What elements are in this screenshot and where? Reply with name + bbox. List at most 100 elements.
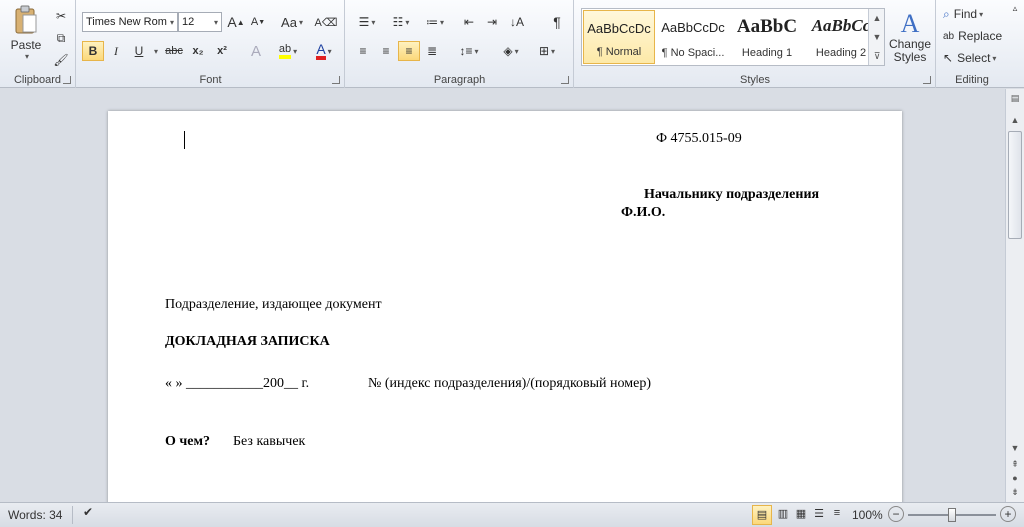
format-painter-button[interactable]: 🖌 <box>50 50 72 70</box>
print-layout-icon: ▤ <box>756 509 768 521</box>
numbering-button[interactable]: ☷ ▾ <box>386 12 416 32</box>
document-page[interactable]: Ф 4755.015-09 Начальнику подразделения Ф… <box>108 111 902 502</box>
find-label: Find <box>953 7 978 21</box>
shrink-font-button[interactable]: A ▼ <box>247 12 269 32</box>
zoom-out-button[interactable]: − <box>888 506 904 522</box>
full-screen-reading-button[interactable]: ▥ <box>775 507 791 520</box>
find-button[interactable]: ⌕ Find ▾ <box>943 5 1003 23</box>
web-layout-icon: ▦ <box>795 508 807 520</box>
ruler-toggle-icon[interactable]: ▤ <box>1008 91 1022 105</box>
draft-view-button[interactable]: ≡ <box>829 507 845 519</box>
style-no-spacing[interactable]: AaBbCcDc ¶ No Spaci... <box>657 10 729 64</box>
scroll-up-button[interactable]: ▲ <box>1008 113 1022 127</box>
paragraph-group-label: Paragraph <box>433 74 486 86</box>
zoom-level[interactable]: 100% <box>852 508 883 522</box>
bullets-button[interactable]: ☰ ▾ <box>352 12 382 32</box>
underline-button[interactable]: U <box>128 41 150 61</box>
status-bar: Words: 34 ✔ ▤ ▥ ▦ ☰ ≡ 100% − + <box>0 502 1024 527</box>
text-cursor <box>184 131 185 149</box>
font-launcher[interactable] <box>332 76 340 84</box>
next-page-button[interactable]: ⇟ <box>1008 485 1022 499</box>
strikethrough-button[interactable]: abc <box>163 41 185 61</box>
underline-icon: U <box>134 44 144 58</box>
align-right-button[interactable]: ≡ <box>398 41 420 61</box>
font-size-field[interactable]: 12 ▾ <box>178 12 222 32</box>
align-left-button[interactable]: ≡ <box>352 41 374 61</box>
outline-view-button[interactable]: ☰ <box>811 507 827 520</box>
select-button[interactable]: ↖ Select ▾ <box>943 49 1005 67</box>
scroll-thumb[interactable] <box>1008 131 1022 239</box>
proofing-icon[interactable]: ✔ <box>78 505 98 525</box>
show-marks-button[interactable]: ¶ <box>546 12 568 32</box>
outline-icon: ☰ <box>814 508 824 520</box>
book-icon: ▥ <box>777 508 789 520</box>
style-heading-2[interactable]: AaBbCc Heading 2 <box>805 10 877 64</box>
browse-object-button[interactable]: ● <box>1008 471 1022 485</box>
web-layout-button[interactable]: ▦ <box>793 507 809 520</box>
editing-group-label: Editing <box>955 74 989 86</box>
change-styles-button[interactable]: A Change Styles <box>888 6 932 68</box>
borders-button[interactable]: ⊞ ▾ <box>532 41 562 61</box>
superscript-button[interactable]: x² <box>211 41 233 61</box>
previous-page-button[interactable]: ⇞ <box>1008 457 1022 471</box>
line-spacing-button[interactable]: ↕≡ ▾ <box>454 41 484 61</box>
outdent-icon: ⇤ <box>463 15 475 29</box>
bold-button[interactable]: B <box>82 41 104 61</box>
clear-formatting-button[interactable]: A⌫ <box>315 12 338 32</box>
cut-button[interactable]: ✂ <box>50 6 72 26</box>
italic-button[interactable]: I <box>105 41 127 61</box>
paste-label: Paste <box>10 38 42 52</box>
underline-dropdown[interactable]: ▾ <box>150 41 160 61</box>
scroll-down-button[interactable]: ▼ <box>1008 441 1022 455</box>
change-styles-icon: A <box>900 9 920 38</box>
chevron-down-icon[interactable]: ▾ <box>170 18 174 27</box>
gallery-more-button[interactable]: ⊽ <box>870 49 884 63</box>
copy-icon: ⧉ <box>56 30 66 45</box>
shrink-font-icon: A <box>250 16 259 28</box>
style-heading-1[interactable]: AaBbC Heading 1 <box>731 10 803 64</box>
gallery-up-button[interactable]: ▲ <box>870 11 884 25</box>
document-area: Ф 4755.015-09 Начальнику подразделения Ф… <box>0 89 1005 502</box>
copy-button[interactable]: ⧉ <box>50 28 72 48</box>
style-normal[interactable]: AaBbCcDc ¶ Normal <box>583 10 655 64</box>
print-layout-view-button[interactable]: ▤ <box>752 505 772 525</box>
increase-indent-button[interactable]: ⇥ <box>481 12 503 32</box>
styles-launcher[interactable] <box>923 76 931 84</box>
align-right-icon: ≡ <box>405 44 413 58</box>
clipboard-launcher[interactable] <box>63 76 71 84</box>
change-case-label: Aa <box>281 14 297 30</box>
subscript-icon: x₂ <box>192 45 204 57</box>
multilevel-list-button[interactable]: ≔ ▾ <box>420 12 450 32</box>
justify-icon: ≣ <box>426 44 438 58</box>
grow-font-button[interactable]: A ▲ <box>225 12 247 32</box>
style-preview: AaBbC <box>736 16 798 37</box>
justify-button[interactable]: ≣ <box>421 41 443 61</box>
editing-group: ⌕ Find ▾ ab Replace ↖ Select ▾ Editing <box>937 0 1007 88</box>
vertical-scrollbar[interactable]: ▤ ▲ ▼ ⇞ ● ⇟ <box>1005 89 1024 502</box>
font-color-button[interactable]: A ▾ <box>309 41 339 61</box>
align-center-button[interactable]: ≡ <box>375 41 397 61</box>
shading-button[interactable]: ◈ ▾ <box>496 41 526 61</box>
word-count[interactable]: Words: 34 <box>8 508 62 522</box>
sort-icon: ↓A <box>509 15 524 29</box>
sort-button[interactable]: ↓A <box>506 12 528 32</box>
chevron-down-icon[interactable]: ▾ <box>214 18 218 27</box>
paste-button[interactable]: Paste ▾ <box>6 4 46 62</box>
line-spacing-icon: ↕≡ <box>459 44 473 58</box>
paragraph-launcher[interactable] <box>561 76 569 84</box>
grow-font-icon: A <box>227 14 237 30</box>
text-effects-button[interactable]: A <box>245 41 267 61</box>
zoom-in-button[interactable]: + <box>1000 506 1016 522</box>
subscript-button[interactable]: x₂ <box>187 41 209 61</box>
gallery-down-button[interactable]: ▼ <box>870 30 884 44</box>
highlight-button[interactable]: ab ▾ <box>273 41 303 61</box>
minimize-ribbon-button[interactable]: ▵ <box>1008 0 1022 16</box>
decrease-indent-button[interactable]: ⇤ <box>458 12 480 32</box>
replace-button[interactable]: ab Replace <box>943 27 1007 45</box>
change-case-button[interactable]: Aa ▾ <box>277 12 307 32</box>
zoom-slider-handle[interactable] <box>948 508 956 522</box>
draft-icon: ≡ <box>833 507 841 519</box>
font-name-field[interactable]: Times New Rom ▾ <box>82 12 178 32</box>
form-code: Ф 4755.015-09 <box>656 131 742 146</box>
font-group-label: Font <box>199 74 222 86</box>
